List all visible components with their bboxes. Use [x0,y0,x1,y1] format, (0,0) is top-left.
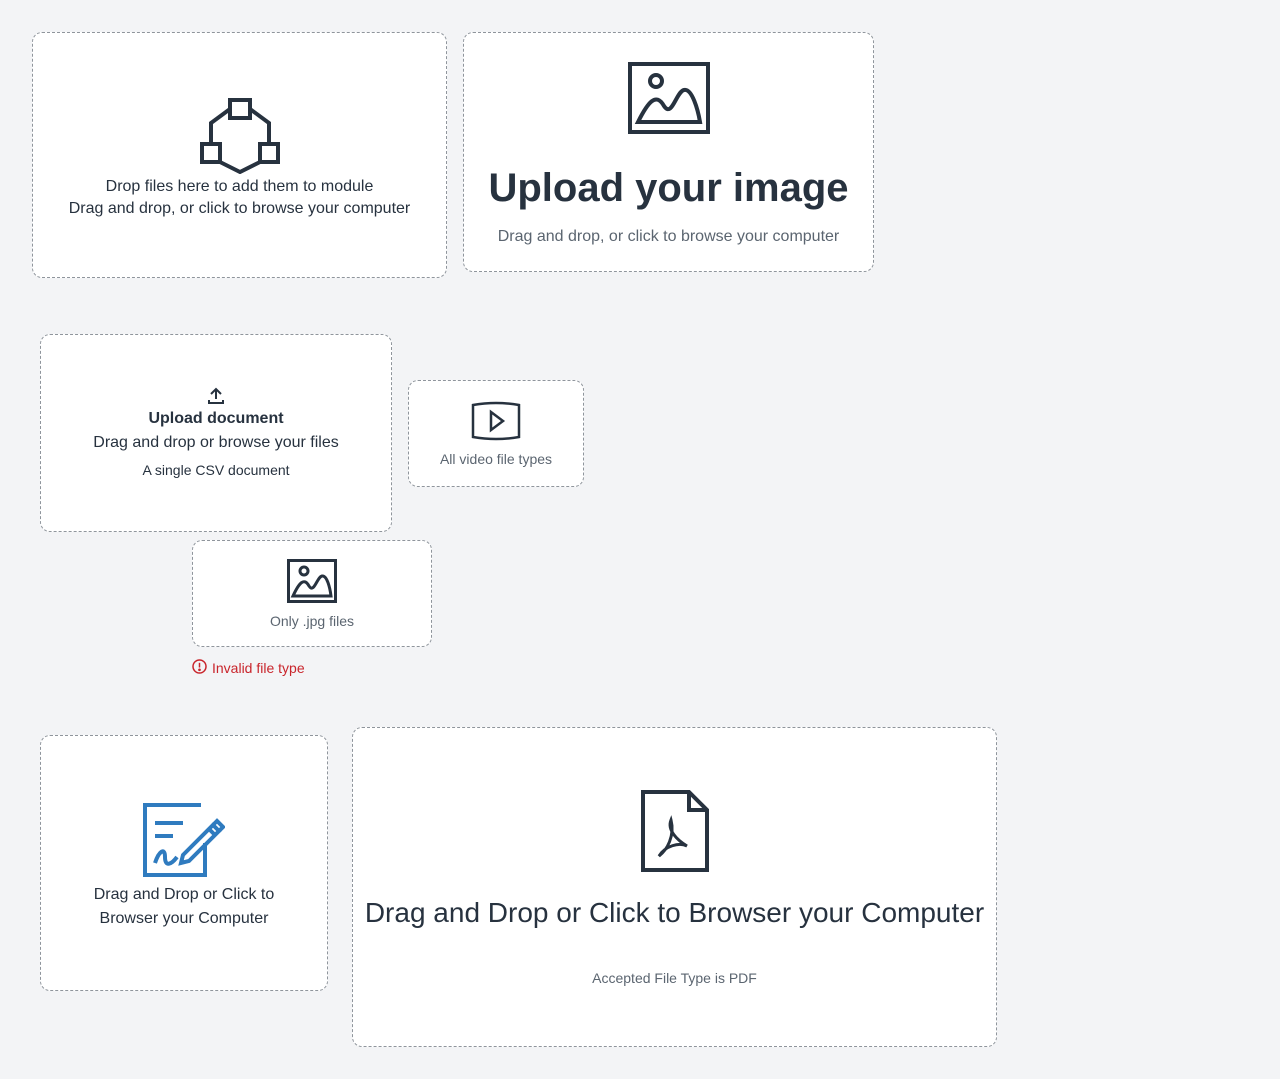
jpg-dropzone[interactable]: Only .jpg files [192,540,432,647]
module-drop-line1: Drop files here to add them to module [105,178,374,195]
signature-drop-label: Drag and Drop or Click to Browser your C… [93,886,275,927]
signature-dropzone[interactable]: Drag and Drop or Click to Browser your C… [40,735,328,991]
pdf-icon [640,790,709,872]
image-icon [627,62,710,134]
upload-image-title: Upload your image [488,166,849,210]
signature-edit-icon [143,803,225,877]
image-dropzone[interactable]: Upload your image Drag and drop, or clic… [463,32,874,272]
module-icon [199,98,281,174]
upload-image-subtitle: Drag and drop, or click to browse your c… [497,228,840,245]
error-text: Invalid file type [212,660,305,676]
upload-icon [207,387,225,405]
pdf-drop-title: Drag and Drop or Click to Browser your C… [364,897,985,928]
document-dropzone[interactable]: Upload document Drag and drop or browse … [40,334,392,532]
module-dropzone[interactable]: Drop files here to add them to module Dr… [32,32,447,278]
video-icon [471,401,521,441]
jpg-hint: Only .jpg files [269,612,355,629]
video-dropzone[interactable]: All video file types [408,380,584,487]
error-icon [192,659,207,677]
upload-document-title: Upload document [148,410,284,427]
pdf-accepted-hint: Accepted File Type is PDF [592,970,757,986]
invalid-file-error: Invalid file type [192,659,305,677]
upload-document-hint: A single CSV document [142,462,290,478]
upload-document-subtitle: Drag and drop or browse your files [93,434,339,451]
pdf-dropzone[interactable]: Drag and Drop or Click to Browser your C… [352,727,997,1047]
module-drop-line2: Drag and drop, or click to browse your c… [68,200,411,217]
video-hint: All video file types [439,450,553,467]
image-icon [287,558,337,603]
